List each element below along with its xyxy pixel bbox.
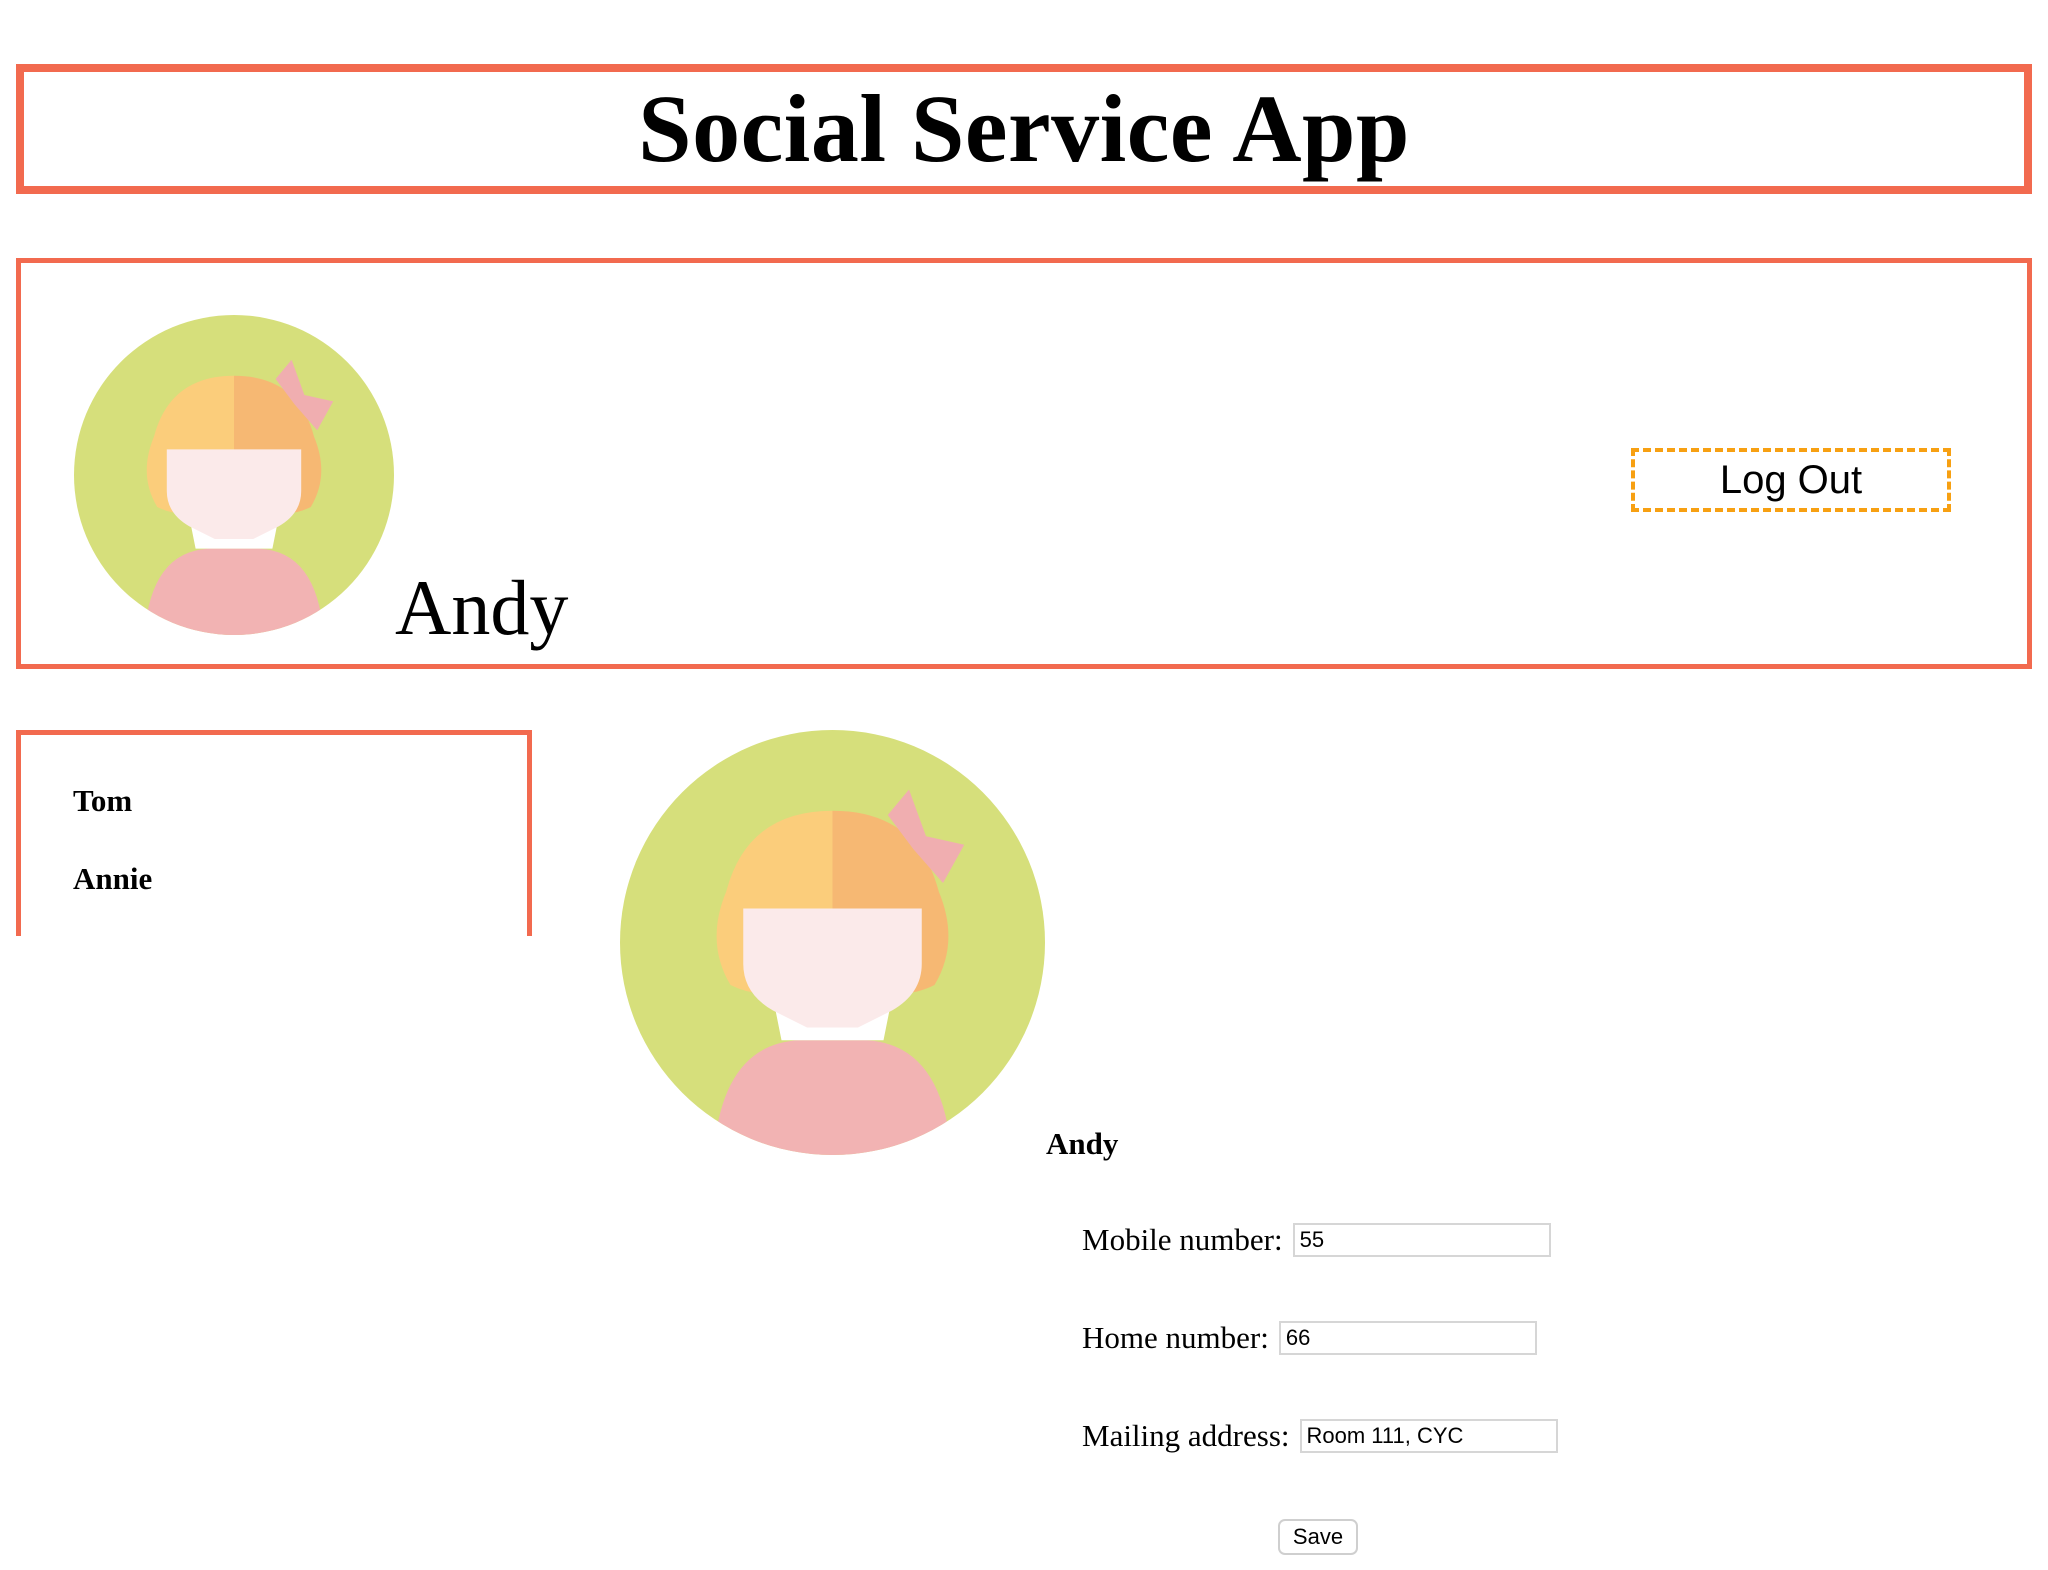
contact-item-annie[interactable]: Annie: [73, 863, 152, 894]
app-header: Social Service App: [16, 64, 2032, 194]
app-title: Social Service App: [638, 75, 1410, 182]
profile-name: Andy: [1046, 1126, 1119, 1161]
mailing-address-input[interactable]: [1299, 1419, 1558, 1453]
mailing-address-label: Mailing address:: [1082, 1418, 1290, 1453]
current-user-name: Andy: [395, 564, 569, 651]
home-number-row: Home number:: [1082, 1320, 1537, 1356]
girl-avatar-icon: [620, 730, 1045, 1155]
mobile-number-label: Mobile number:: [1082, 1222, 1283, 1257]
mailing-address-row: Mailing address:: [1082, 1418, 1558, 1454]
mobile-number-row: Mobile number:: [1082, 1222, 1551, 1258]
contact-list: Tom Annie: [16, 730, 532, 936]
home-number-input[interactable]: [1278, 1321, 1537, 1355]
save-button[interactable]: Save: [1278, 1519, 1358, 1555]
app-root: Social Service App Andy Log Out Tom Anni…: [0, 0, 2048, 1570]
home-number-label: Home number:: [1082, 1320, 1269, 1355]
logout-button[interactable]: Log Out: [1631, 448, 1951, 512]
mobile-number-input[interactable]: [1292, 1223, 1551, 1257]
contact-item-tom[interactable]: Tom: [73, 785, 132, 816]
girl-avatar-icon: [74, 315, 394, 635]
user-panel: Andy Log Out: [16, 258, 2032, 669]
